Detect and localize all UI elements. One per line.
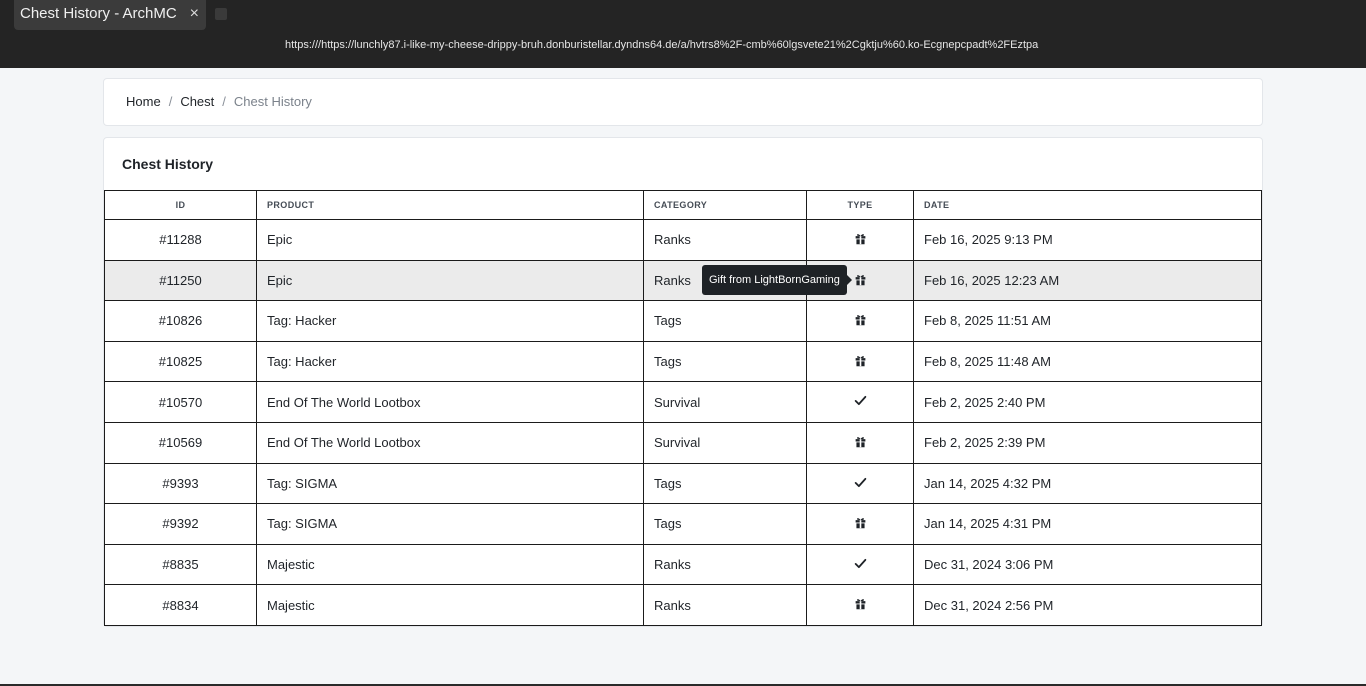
breadcrumb-current: Chest History bbox=[233, 94, 312, 109]
cell-type bbox=[806, 543, 914, 586]
cell-type bbox=[806, 340, 914, 383]
cell-product: Epic bbox=[256, 219, 644, 261]
breadcrumb: Home / Chest / Chest History bbox=[103, 78, 1263, 126]
cell-date: Dec 31, 2024 2:56 PM bbox=[913, 584, 1262, 626]
tab-title: Chest History - ArchMC bbox=[20, 5, 177, 22]
header-category: CATEGORY bbox=[643, 190, 807, 220]
gift-icon[interactable] bbox=[854, 313, 867, 329]
cell-id: #8834 bbox=[104, 584, 257, 626]
header-product: PRODUCT bbox=[256, 190, 644, 220]
cell-category: Survival bbox=[643, 421, 807, 464]
cell-id: #10569 bbox=[104, 421, 257, 464]
cell-category: Ranks bbox=[643, 584, 807, 626]
table-row: #10569 End Of The World Lootbox Survival Fe… bbox=[104, 421, 1262, 464]
cell-category: Survival bbox=[643, 381, 807, 423]
cell-product: Tag: SIGMA bbox=[256, 503, 644, 545]
cell-category: Tags bbox=[643, 462, 807, 505]
breadcrumb-separator: / bbox=[168, 94, 173, 109]
page-title: Chest History bbox=[122, 156, 214, 172]
table-row: #11288 Epic Ranks Feb 16, 2025 9:13 PM bbox=[104, 219, 1262, 261]
breadcrumb-separator: / bbox=[222, 94, 226, 109]
cell-date: Dec 31, 2024 3:06 PM bbox=[913, 543, 1262, 586]
table-row: #10826 Tag: Hacker Tags Feb 8, 2025 11:51 A… bbox=[104, 300, 1262, 342]
cell-date: Feb 8, 2025 11:51 AM bbox=[913, 300, 1262, 342]
cell-category: Tags bbox=[643, 300, 807, 342]
cell-type bbox=[806, 421, 914, 464]
cell-type bbox=[806, 300, 914, 342]
gift-icon[interactable] bbox=[854, 597, 867, 613]
table-row: #10570 End Of The World Lootbox Survival Fe… bbox=[104, 381, 1262, 423]
breadcrumb-chest[interactable]: Chest bbox=[180, 94, 214, 109]
cell-date: Feb 2, 2025 2:39 PM bbox=[913, 421, 1262, 464]
browser-tab[interactable]: Chest History - ArchMC × bbox=[14, 0, 206, 30]
new-tab-icon[interactable] bbox=[215, 8, 227, 20]
check-icon[interactable] bbox=[854, 476, 867, 492]
breadcrumb-home[interactable]: Home bbox=[126, 94, 161, 109]
gift-icon[interactable] bbox=[854, 354, 867, 370]
cell-product: End Of The World Lootbox bbox=[256, 421, 644, 464]
cell-product: Tag: Hacker bbox=[256, 300, 644, 342]
cell-type bbox=[806, 503, 914, 545]
check-icon[interactable] bbox=[854, 394, 867, 410]
cell-product: Tag: SIGMA bbox=[256, 462, 644, 505]
chest-history-card: Chest History ID PRODUCT CATEGORY TYPE D… bbox=[103, 137, 1263, 627]
cell-category: Ranks bbox=[643, 219, 807, 261]
cell-product: Epic bbox=[256, 259, 644, 302]
table-row: #10825 Tag: Hacker Tags Feb 8, 2025 11:48 A… bbox=[104, 340, 1262, 383]
cell-id: #11250 bbox=[104, 259, 257, 302]
cell-id: #9392 bbox=[104, 503, 257, 545]
table-row: #9393 Tag: SIGMA Tags Jan 14, 2025 4:32 PM bbox=[104, 462, 1262, 505]
cell-product: Tag: Hacker bbox=[256, 340, 644, 383]
browser-chrome: Chest History - ArchMC × https:///https:… bbox=[0, 0, 1366, 68]
gift-icon[interactable] bbox=[854, 435, 867, 451]
table-row: #9392 Tag: SIGMA Tags Jan 14, 2025 4:31 PM bbox=[104, 503, 1262, 545]
cell-product: Majestic bbox=[256, 543, 644, 586]
check-icon[interactable] bbox=[854, 557, 867, 573]
cell-id: #8835 bbox=[104, 543, 257, 586]
gift-icon[interactable] bbox=[854, 273, 867, 289]
header-id: ID bbox=[104, 190, 257, 220]
table-row: #11250 Epic Ranks Feb 16, 2025 12:23 AM bbox=[104, 259, 1262, 302]
cell-product: Majestic bbox=[256, 584, 644, 626]
table-row: #8835 Majestic Ranks Dec 31, 2024 3:06 PM bbox=[104, 543, 1262, 586]
cell-id: #10570 bbox=[104, 381, 257, 423]
cell-id: #10825 bbox=[104, 340, 257, 383]
address-bar[interactable]: https:///https://lunchly87.i-like-my-che… bbox=[285, 37, 1105, 53]
gift-icon[interactable] bbox=[854, 516, 867, 532]
header-type: TYPE bbox=[806, 190, 914, 220]
tab-close-icon[interactable]: × bbox=[190, 0, 199, 28]
cell-id: #10826 bbox=[104, 300, 257, 342]
cell-category: Tags bbox=[643, 503, 807, 545]
cell-product: End Of The World Lootbox bbox=[256, 381, 644, 423]
cell-category: Tags bbox=[643, 340, 807, 383]
cell-date: Jan 14, 2025 4:32 PM bbox=[913, 462, 1262, 505]
gift-tooltip: Gift from LightBornGaming bbox=[702, 265, 852, 295]
cell-date: Feb 8, 2025 11:48 AM bbox=[913, 340, 1262, 383]
cell-date: Feb 2, 2025 2:40 PM bbox=[913, 381, 1262, 423]
cell-type bbox=[806, 584, 914, 626]
gift-icon[interactable] bbox=[854, 232, 867, 248]
cell-date: Jan 14, 2025 4:31 PM bbox=[913, 503, 1262, 545]
cell-type bbox=[806, 219, 914, 261]
cell-date: Feb 16, 2025 12:23 AM bbox=[913, 259, 1262, 302]
table-header-row: ID PRODUCT CATEGORY TYPE DATE bbox=[104, 190, 1262, 220]
table-row: #8834 Majestic Ranks Dec 31, 2024 2:56 PM bbox=[104, 584, 1262, 626]
cell-id: #9393 bbox=[104, 462, 257, 505]
chest-history-table: ID PRODUCT CATEGORY TYPE DATE #11288 Epic… bbox=[104, 190, 1262, 626]
cell-id: #11288 bbox=[104, 219, 257, 261]
cell-type bbox=[806, 381, 914, 423]
cell-type bbox=[806, 462, 914, 505]
header-date: DATE bbox=[913, 190, 1262, 220]
cell-category: Ranks bbox=[643, 543, 807, 586]
cell-date: Feb 16, 2025 9:13 PM bbox=[913, 219, 1262, 261]
